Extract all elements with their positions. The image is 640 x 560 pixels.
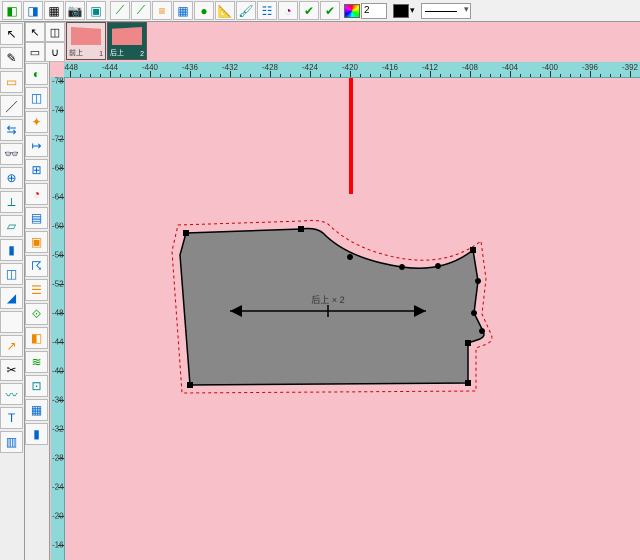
tool-b-icon[interactable]: ◨ <box>23 1 43 20</box>
annotation-arrow <box>301 78 381 204</box>
tool-a-icon[interactable]: ◧ <box>2 1 22 20</box>
check1-icon[interactable]: ✔ <box>299 1 319 20</box>
compass-icon[interactable]: ⊕ <box>0 167 23 189</box>
cursor-icon[interactable]: ↖ <box>0 23 23 45</box>
palette-icon[interactable]: ◔ <box>278 1 298 20</box>
tool-l16-icon[interactable]: ▮ <box>25 423 48 445</box>
ruler-icon[interactable]: 📐 <box>215 1 235 20</box>
check2-icon[interactable]: ✔ <box>320 1 340 20</box>
left-toolbar-2: ◐ ◫ ✦ ↦ ⊞ ◔ ▤ ▣ ☈ ☰ ⟐ ◧ ≋ ⊡ ▦ ▮ <box>25 62 50 560</box>
tool-l12-icon[interactable]: ◧ <box>25 327 48 349</box>
wave-icon[interactable]: 〰 <box>0 383 23 405</box>
tool-l8-icon[interactable]: ▣ <box>25 231 48 253</box>
vertical-ruler: -78-76-72-68-64-60-56-52-48-44-40-36-32-… <box>51 77 65 560</box>
arrow-tool-icon[interactable]: ↖ <box>25 22 45 42</box>
rainbow-swatch-icon <box>344 4 360 18</box>
stripe-icon[interactable]: ▥ <box>0 431 23 453</box>
color-picker[interactable] <box>344 1 387 20</box>
left-toolbar-1: ↖ ✎ ▭ ／ ⇆ 👓 ⊕ ⟂ ▱ ▮ ◫ ◢ ↗ ✂ 〰 T ▥ <box>0 22 25 560</box>
horizontal-ruler: -448-444-440-436-432-428-424-420-416-412… <box>64 62 640 78</box>
arrow-icon[interactable]: ↗ <box>0 335 23 357</box>
glasses-icon[interactable]: 👓 <box>0 143 23 165</box>
window-icon[interactable]: ▣ <box>86 1 106 20</box>
transform-icon[interactable]: ◫ <box>45 22 65 42</box>
curve2-icon[interactable]: ⟋ <box>131 1 151 20</box>
layers-icon[interactable]: ☷ <box>257 1 277 20</box>
fill-swatch-icon <box>393 4 409 18</box>
text-icon[interactable]: T <box>0 407 23 429</box>
line-icon[interactable]: ／ <box>0 95 23 117</box>
fill-color-picker[interactable]: ▾ <box>393 1 415 20</box>
grid-icon[interactable]: ▦ <box>173 1 193 20</box>
pattern-piece[interactable]: 后上 × 2 <box>170 215 510 438</box>
tool-l7-icon[interactable]: ▤ <box>25 207 48 229</box>
piece-label: 前上 <box>69 48 83 58</box>
line-style-select[interactable] <box>421 3 471 19</box>
tool-l4-icon[interactable]: ↦ <box>25 135 48 157</box>
brush-icon[interactable]: 🖌 <box>236 1 256 20</box>
canvas[interactable]: 后上 × 2 <box>65 78 640 560</box>
piece-index: 1 <box>99 51 103 58</box>
measure-icon[interactable]: ⟂ <box>0 191 23 213</box>
tool-l1-icon[interactable]: ◐ <box>25 63 48 85</box>
scissor-icon[interactable]: ✂ <box>0 359 23 381</box>
tool-l2-icon[interactable]: ◫ <box>25 87 48 109</box>
bag-icon[interactable]: ▱ <box>0 215 23 237</box>
value-input[interactable] <box>361 3 387 19</box>
tool-l14-icon[interactable]: ⊡ <box>25 375 48 397</box>
tool-c-icon[interactable]: ▦ <box>44 1 64 20</box>
piece-thumb-2[interactable]: 后上 2 <box>107 22 147 60</box>
tool-l9-icon[interactable]: ☈ <box>25 255 48 277</box>
piece-center-label: 后上 × 2 <box>311 295 344 305</box>
tool-l6-icon[interactable]: ◔ <box>25 183 48 205</box>
tool-l11-icon[interactable]: ⟐ <box>25 303 48 325</box>
pencil-icon[interactable]: ✎ <box>0 47 23 69</box>
rect-icon[interactable]: ▭ <box>0 71 23 93</box>
mirror-icon[interactable]: ⇆ <box>0 119 23 141</box>
align-icon[interactable]: ≡ <box>152 1 172 20</box>
top-toolbar: ◧ ◨ ▦ 📷 ▣ ⟋ ⟋ ≡ ▦ ● 📐 🖌 ☷ ◔ ✔ ✔ ▾ <box>0 0 640 22</box>
piece-outline[interactable] <box>180 229 484 386</box>
piece-index: 2 <box>140 51 144 58</box>
piece-panel: ↖ ▭ ◫ ∪ 前上 1 后上 2 <box>25 22 147 62</box>
tool-l3-icon[interactable]: ✦ <box>25 111 48 133</box>
tool-l15-icon[interactable]: ▦ <box>25 399 48 421</box>
stack-icon[interactable]: ▮ <box>0 239 23 261</box>
tool-l5-icon[interactable]: ⊞ <box>25 159 48 181</box>
none-icon[interactable] <box>0 311 23 333</box>
shape2-icon[interactable]: ◢ <box>0 287 23 309</box>
piece-thumb-1[interactable]: 前上 1 <box>66 22 106 60</box>
curve1-icon[interactable]: ⟋ <box>110 1 130 20</box>
layer-icon[interactable]: ◫ <box>0 263 23 285</box>
bucket-icon[interactable]: ∪ <box>45 42 65 62</box>
shape-icon[interactable]: ● <box>194 1 214 20</box>
tool-l13-icon[interactable]: ≋ <box>25 351 48 373</box>
camera-icon[interactable]: 📷 <box>65 1 85 20</box>
piece-label: 后上 <box>110 48 124 58</box>
select-rect-icon[interactable]: ▭ <box>25 42 45 62</box>
tool-l10-icon[interactable]: ☰ <box>25 279 48 301</box>
